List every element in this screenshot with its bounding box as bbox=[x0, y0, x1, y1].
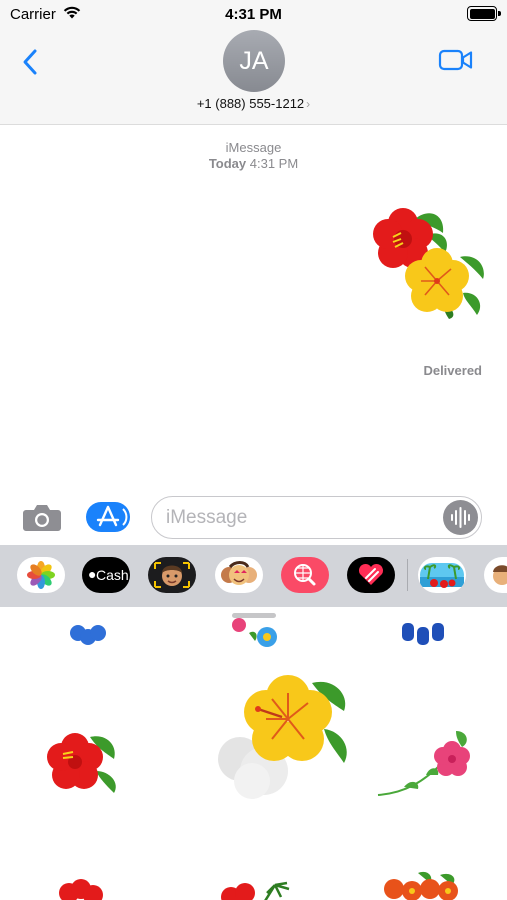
sticker-panel bbox=[0, 607, 507, 900]
video-camera-icon[interactable] bbox=[438, 48, 474, 72]
clock: 4:31 PM bbox=[225, 6, 282, 23]
heart-icon bbox=[358, 563, 384, 585]
pink-flower-vine-sticker[interactable] bbox=[374, 727, 474, 802]
mixed-flowers-sticker[interactable] bbox=[225, 615, 289, 651]
waveform-icon bbox=[451, 507, 470, 528]
memoji-app[interactable] bbox=[148, 557, 196, 593]
beach-icon bbox=[420, 563, 464, 588]
blue-flower-sticker[interactable] bbox=[68, 617, 108, 645]
contact-name[interactable]: +1 (888) 555-1212 › bbox=[0, 96, 507, 111]
red-hibiscus-sticker[interactable] bbox=[40, 727, 125, 797]
image-search-app[interactable] bbox=[281, 557, 329, 593]
red-hibiscus-bottom-sticker[interactable] bbox=[55, 877, 105, 900]
delivery-status: Delivered bbox=[423, 363, 482, 378]
message-input[interactable] bbox=[166, 497, 436, 538]
memoji-face-icon bbox=[493, 565, 507, 585]
photos-icon bbox=[27, 561, 55, 589]
hibiscus-sticker-message[interactable] bbox=[365, 205, 490, 320]
status-bar: Carrier 4:31 PM bbox=[0, 0, 507, 30]
message-input-field[interactable] bbox=[151, 496, 482, 539]
apple-cash-app[interactable]: ● Cash bbox=[82, 557, 130, 593]
hibiscus-stickers-app[interactable] bbox=[418, 557, 466, 593]
memoji-icon bbox=[154, 562, 190, 588]
message-timestamp: Today 4:31 PM bbox=[0, 156, 507, 171]
audio-message-button[interactable] bbox=[443, 500, 478, 535]
conversation-header: JA +1 (888) 555-1212 › bbox=[0, 30, 507, 125]
camera-icon[interactable] bbox=[22, 501, 62, 533]
apple-cash-label: Cash bbox=[96, 567, 129, 583]
yellow-hibiscus-sticker[interactable] bbox=[212, 673, 357, 803]
memoji-stickers-icon bbox=[221, 561, 257, 585]
app-store-button[interactable] bbox=[86, 501, 132, 533]
orange-flowers-sticker[interactable] bbox=[378, 869, 468, 900]
timestamp-time: 4:31 PM bbox=[249, 156, 299, 171]
photos-app[interactable] bbox=[17, 557, 65, 593]
contact-avatar[interactable]: JA bbox=[223, 30, 285, 92]
chevron-left-icon[interactable] bbox=[16, 44, 46, 80]
more-apps-item[interactable] bbox=[484, 557, 507, 593]
blue-petals-sticker[interactable] bbox=[400, 619, 446, 649]
battery-icon bbox=[467, 6, 501, 21]
memoji-stickers-app[interactable] bbox=[215, 557, 263, 593]
chevron-right-icon: › bbox=[306, 97, 311, 111]
service-label: iMessage bbox=[225, 140, 282, 155]
hibiscus-palm-sticker[interactable] bbox=[215, 879, 305, 900]
app-drawer-divider bbox=[407, 559, 408, 591]
contact-number: +1 (888) 555-1212 bbox=[196, 96, 305, 111]
timestamp-date: Today bbox=[208, 156, 247, 171]
digital-touch-app[interactable] bbox=[347, 557, 395, 593]
app-store-icon bbox=[86, 502, 130, 532]
app-drawer: ● Cash bbox=[0, 545, 507, 607]
globe-search-icon bbox=[294, 564, 316, 586]
